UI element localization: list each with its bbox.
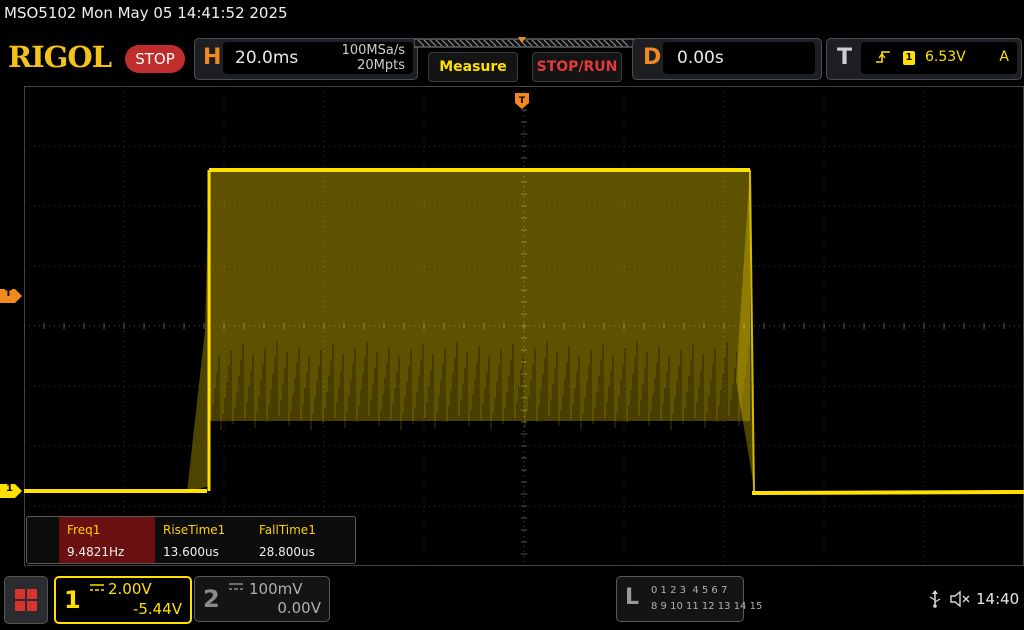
dc-coupling-icon bbox=[229, 583, 243, 590]
trigger-level-value: 6.53V bbox=[925, 49, 966, 65]
delay-panel[interactable]: D 0.00s bbox=[632, 38, 822, 80]
trigger-position-marker[interactable]: T bbox=[515, 93, 529, 109]
status-clock: 14:40 bbox=[976, 590, 1020, 608]
ch1-waveform bbox=[24, 168, 1024, 499]
rising-edge-icon bbox=[876, 51, 890, 63]
horizontal-panel[interactable]: H 20.0ms 100MSa/s 20Mpts bbox=[194, 38, 418, 80]
waveform-display[interactable] bbox=[24, 86, 1024, 566]
trigger-level-marker[interactable]: T bbox=[0, 288, 22, 303]
measurement-item[interactable]: Freq1 9.4821Hz bbox=[59, 517, 155, 563]
ch2-offset: 0.00V bbox=[277, 599, 321, 617]
ch2-number: 2 bbox=[203, 585, 220, 613]
stop-run-button[interactable]: STOP/RUN bbox=[532, 52, 622, 82]
usb-icon bbox=[929, 590, 941, 608]
ch2-scale: 100mV bbox=[249, 580, 303, 598]
measurement-name: RiseTime1 bbox=[163, 523, 226, 537]
logic-analyzer-letter: L bbox=[625, 585, 640, 610]
ch1-offset: -5.44V bbox=[132, 600, 182, 618]
baseline-right bbox=[751, 490, 1024, 495]
sample-info: 100MSa/s 20Mpts bbox=[342, 43, 405, 73]
logic-analyzer-panel[interactable]: L 0 1 2 3 4 5 6 7 8 9 10 11 12 13 14 15 bbox=[616, 576, 762, 622]
sample-rate: 100MSa/s bbox=[341, 43, 405, 58]
ch1-scale: 2.00V bbox=[108, 580, 152, 598]
measure-button[interactable]: Measure bbox=[428, 52, 518, 82]
speaker-muted-icon[interactable] bbox=[950, 590, 972, 608]
memory-depth: 20Mpts bbox=[357, 58, 405, 73]
measurement-value: 13.600us bbox=[163, 545, 219, 559]
measurement-item[interactable]: RiseTime1 13.600us bbox=[155, 517, 251, 563]
rigol-logo: RIGOL bbox=[8, 40, 112, 74]
trigger-source-badge: 1 bbox=[903, 51, 915, 65]
ch1-panel[interactable]: 1 2.00V -5.44V bbox=[54, 576, 192, 624]
timebase-value: 20.0ms bbox=[235, 48, 299, 68]
trigger-mode: A bbox=[999, 49, 1009, 65]
measurement-value: 9.4821Hz bbox=[67, 545, 125, 559]
trigger-letter: T bbox=[837, 45, 853, 70]
measurement-name: Freq1 bbox=[67, 523, 101, 537]
run-state-badge[interactable]: STOP bbox=[125, 45, 185, 73]
device-title: MSO5102 Mon May 05 14:41:52 2025 bbox=[4, 4, 288, 22]
logic-channels-row-1: 0 1 2 3 4 5 6 7 bbox=[651, 585, 728, 596]
ch1-offset-marker-label: 1 bbox=[6, 483, 13, 494]
horizontal-letter: H bbox=[203, 45, 222, 70]
main-menu-button[interactable] bbox=[4, 576, 48, 624]
dc-coupling-icon bbox=[90, 584, 104, 591]
delay-readout: 0.00s bbox=[663, 42, 815, 74]
memory-position-ruler bbox=[414, 37, 634, 48]
measurement-name: FallTime1 bbox=[259, 523, 316, 537]
ch1-offset-marker[interactable]: 1 bbox=[0, 483, 22, 498]
measurement-item[interactable]: FallTime1 28.800us bbox=[251, 517, 347, 563]
delay-value: 0.00s bbox=[677, 48, 724, 68]
delay-letter: D bbox=[643, 45, 662, 70]
grid-menu-icon bbox=[15, 589, 37, 611]
ch2-panel[interactable]: 2 100mV 0.00V bbox=[194, 576, 330, 622]
logic-channels-row-2: 8 9 10 11 12 13 14 15 bbox=[651, 601, 763, 612]
ch1-number: 1 bbox=[64, 586, 81, 614]
measurement-table[interactable]: Freq1 9.4821Hz RiseTime1 13.600us FallTi… bbox=[26, 516, 356, 564]
svg-text:T: T bbox=[519, 96, 526, 106]
horizontal-readout: 20.0ms 100MSa/s 20Mpts bbox=[223, 42, 413, 74]
measurement-value: 28.800us bbox=[259, 545, 315, 559]
trigger-readout: 1 6.53V A bbox=[861, 42, 1017, 74]
rising-edge-region bbox=[187, 170, 209, 492]
trigger-panel[interactable]: T 1 6.53V A bbox=[826, 38, 1022, 80]
trigger-level-marker-label: T bbox=[5, 288, 12, 299]
